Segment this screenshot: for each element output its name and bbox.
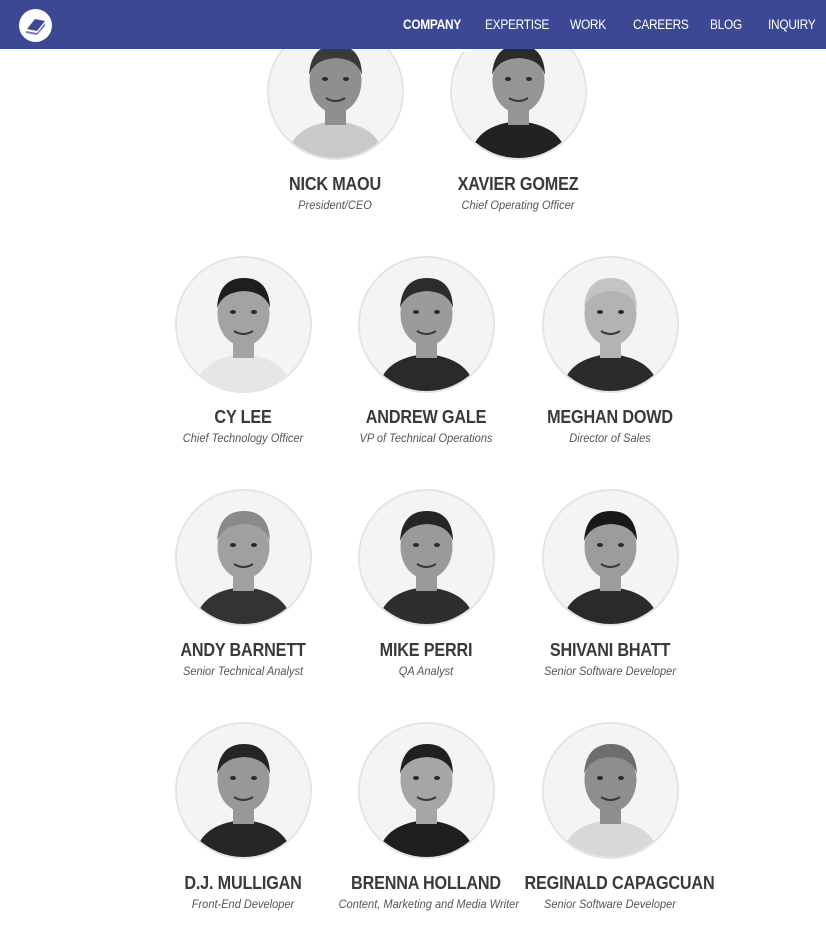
team-member-card: MEGHAN DOWD Director of Sales	[515, 256, 705, 445]
team-member-photo	[541, 256, 679, 393]
team-member-role: QA Analyst	[398, 664, 454, 678]
team-member-photo	[541, 489, 679, 626]
team-member-photo	[174, 489, 312, 626]
team-member-role: Senior Software Developer	[544, 664, 676, 678]
portrait-placeholder-icon	[543, 258, 677, 391]
portrait-placeholder-icon	[176, 724, 310, 857]
team-member-card: CY LEE Chief Technology Officer	[148, 256, 338, 445]
team-member-role: Senior Technical Analyst	[182, 664, 304, 678]
team-member-name: D.J. MULLIGAN	[184, 873, 302, 893]
team-member-card: REGINALD CAPAGCUAN Senior Software Devel…	[515, 722, 715, 911]
nav-item-work[interactable]: WORK	[570, 0, 606, 49]
team-member-role: Director of Sales	[569, 431, 651, 445]
team-member-role: Senior Software Developer	[544, 897, 676, 911]
team-member-name: ANDREW GALE	[365, 407, 487, 427]
team-member-card: BRENNA HOLLAND Content, Marketing and Me…	[331, 722, 521, 911]
team-member-photo	[357, 489, 495, 626]
team-member-name: SHIVANI BHATT	[549, 640, 671, 660]
portrait-placeholder-icon	[543, 724, 677, 857]
team-member-role: Chief Technology Officer	[182, 431, 304, 445]
team-member-photo	[174, 722, 312, 859]
team-member-name: MIKE PERRI	[379, 640, 473, 660]
portrait-placeholder-icon	[176, 491, 310, 624]
team-member-photo	[541, 722, 679, 859]
team-member-name: NICK MAOU	[289, 174, 381, 194]
team-member-role: President/CEO	[298, 198, 372, 212]
nav-item-expertise[interactable]: EXPERTISE	[485, 0, 549, 49]
team-member-photo	[174, 256, 312, 393]
nav-item-careers[interactable]: CAREERS	[633, 0, 689, 49]
team-member-photo	[357, 256, 495, 393]
portrait-placeholder-icon	[359, 258, 493, 391]
team-member-role: VP of Technical Operations	[359, 431, 493, 445]
company-logo-icon[interactable]	[19, 9, 52, 42]
team-member-name: BRENNA HOLLAND	[351, 873, 501, 893]
portrait-placeholder-icon	[359, 724, 493, 857]
nav-item-blog[interactable]: BLOG	[710, 0, 742, 49]
team-member-name: ANDY BARNETT	[180, 640, 306, 660]
portrait-placeholder-icon	[359, 491, 493, 624]
nav-item-inquiry[interactable]: INQUIRY	[768, 0, 816, 49]
team-member-name: MEGHAN DOWD	[547, 407, 673, 427]
team-member-card: ANDY BARNETT Senior Technical Analyst	[148, 489, 338, 678]
team-member-card: ANDREW GALE VP of Technical Operations	[331, 256, 521, 445]
team-member-name: REGINALD CAPAGCUAN	[524, 873, 715, 893]
team-member-card: SHIVANI BHATT Senior Software Developer	[515, 489, 705, 678]
team-member-card: D.J. MULLIGAN Front-End Developer	[148, 722, 338, 911]
team-member-photo	[357, 722, 495, 859]
team-member-name: XAVIER GOMEZ	[457, 174, 579, 194]
portrait-placeholder-icon	[543, 491, 677, 624]
team-member-role: Content, Marketing and Media Writer	[338, 897, 520, 911]
nav-item-company[interactable]: COMPANY	[397, 0, 472, 52]
team-member-card: MIKE PERRI QA Analyst	[331, 489, 521, 678]
team-member-role: Front-End Developer	[191, 897, 295, 911]
portrait-placeholder-icon	[176, 258, 310, 391]
team-member-name: CY LEE	[214, 407, 272, 427]
team-member-role: Chief Operating Officer	[461, 198, 575, 212]
top-navbar: COMPANY EXPERTISE WORK CAREERS BLOG INQU…	[0, 0, 826, 52]
